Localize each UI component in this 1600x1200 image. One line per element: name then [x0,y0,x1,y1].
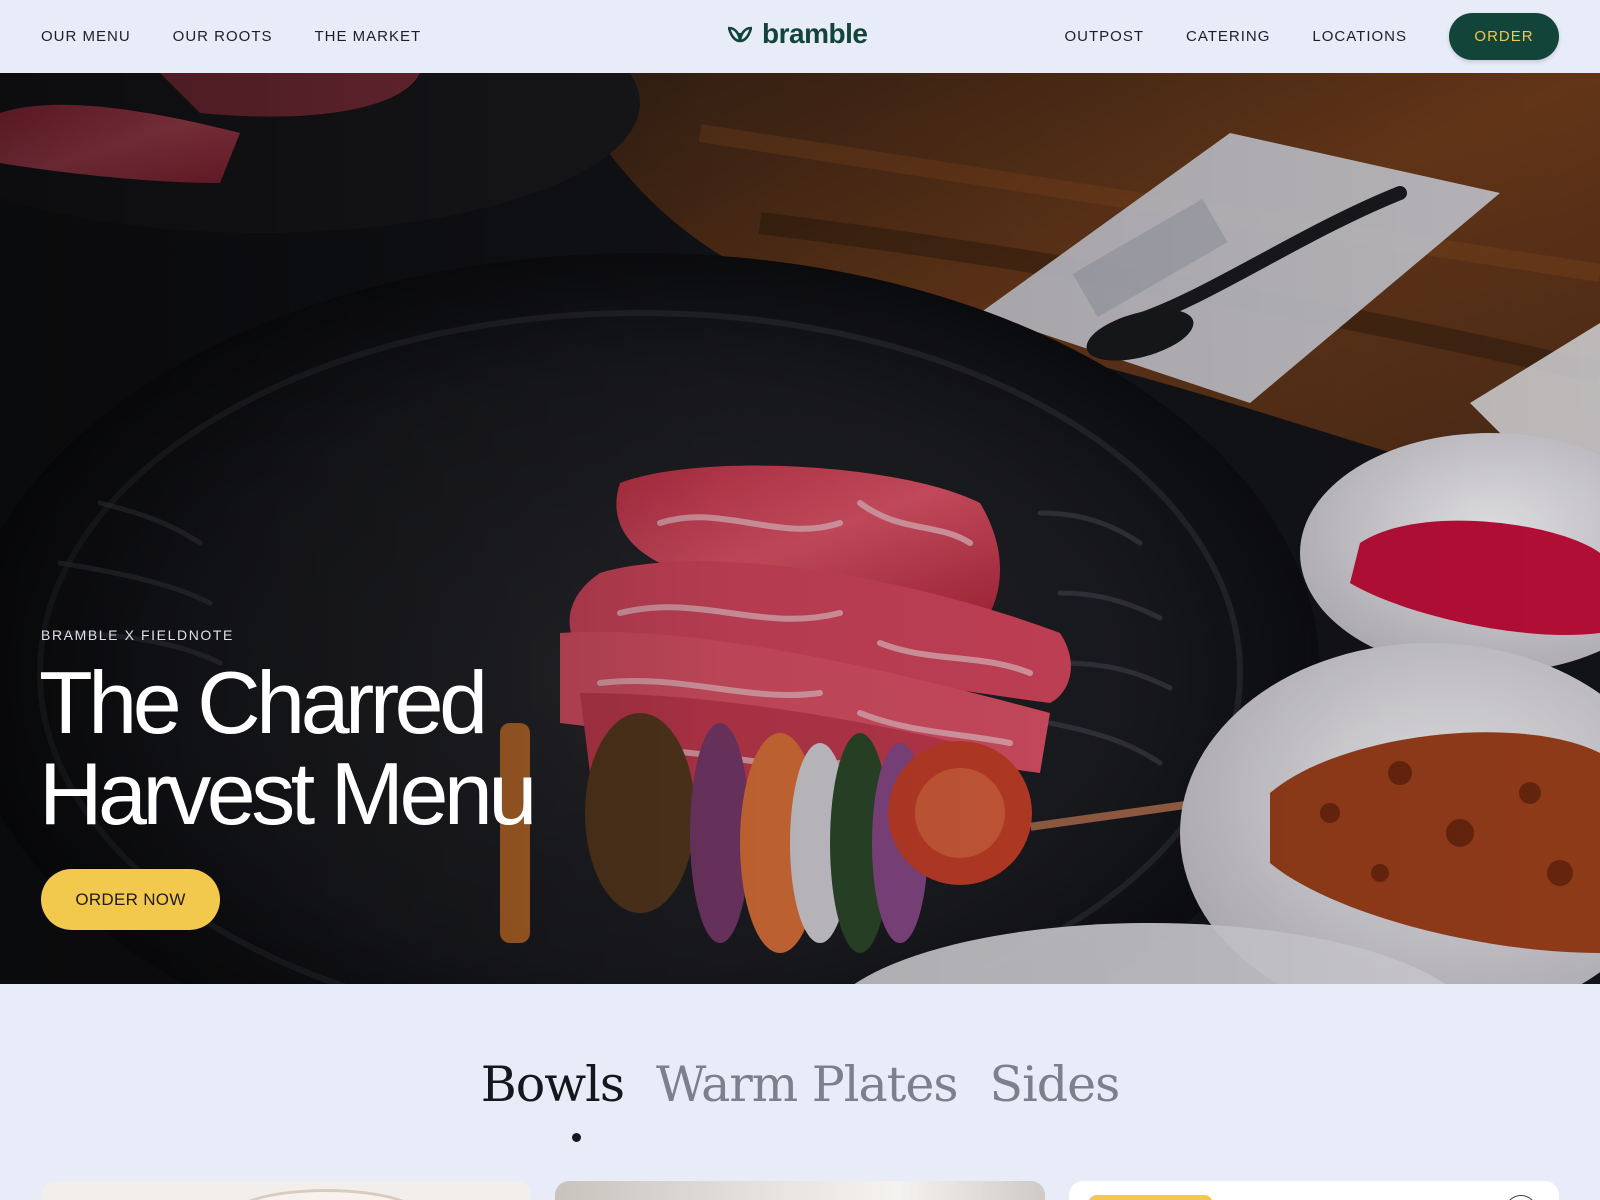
menu-card[interactable] [41,1181,531,1200]
primary-nav-right: OUTPOST CATERING LOCATIONS ORDER [1065,13,1559,60]
primary-nav-left: OUR MENU OUR ROOTS THE MARKET [41,28,421,45]
hero-food-photo [0,73,1600,984]
hero-title-line-2: Harvest Menu [39,744,537,843]
order-button[interactable]: ORDER [1449,13,1559,60]
nav-link-locations[interactable]: LOCATIONS [1312,28,1407,45]
hero-title-line-1: The Charred [39,653,488,752]
card-badge [1088,1195,1213,1200]
tab-bowls[interactable]: Bowls [481,1056,625,1113]
menu-card[interactable] [555,1181,1045,1200]
nav-link-our-roots[interactable]: OUR ROOTS [173,28,273,45]
favorite-icon[interactable] [1505,1195,1537,1200]
nav-link-catering[interactable]: CATERING [1186,28,1270,45]
site-header: OUR MENU OUR ROOTS THE MARKET bramble OU… [0,0,1600,73]
menu-card[interactable] [1069,1181,1559,1200]
brand-logo[interactable]: bramble [728,18,868,50]
active-tab-indicator [572,1133,581,1142]
bowl-image [226,1189,426,1200]
tab-warm-plates[interactable]: Warm Plates [656,1056,958,1113]
logo-wordmark: bramble [762,18,868,49]
nav-link-the-market[interactable]: THE MARKET [315,28,422,45]
hero-banner: BRAMBLE X FIELDNOTE The Charred Harvest … [0,73,1600,984]
tab-sides[interactable]: Sides [990,1056,1121,1113]
leaf-logo-icon [728,26,752,43]
menu-category-tabs: Bowls Warm Plates Sides [0,1056,1600,1113]
order-now-button[interactable]: ORDER NOW [41,869,220,930]
nav-link-our-menu[interactable]: OUR MENU [41,28,131,45]
hero-eyebrow: BRAMBLE X FIELDNOTE [41,627,234,643]
hero-title: The Charred Harvest Menu [39,657,739,839]
nav-link-outpost[interactable]: OUTPOST [1065,28,1145,45]
